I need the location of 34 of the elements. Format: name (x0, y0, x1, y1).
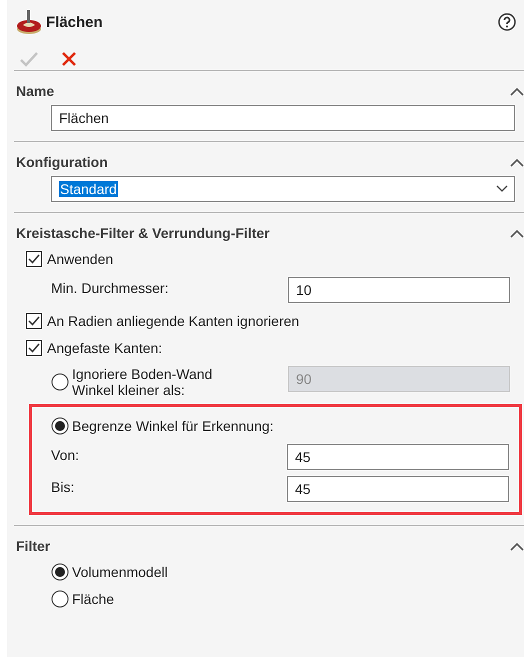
section-title: Konfiguration (16, 154, 109, 170)
field-label: Bis: (51, 478, 76, 495)
checkbox-label: Anwenden (47, 251, 114, 267)
checkbox[interactable] (26, 340, 42, 356)
section-title: Kreistasche-Filter & Verrundung-Filter (16, 225, 271, 241)
number-field[interactable]: 10 (288, 277, 510, 303)
chevron-down-icon (496, 185, 508, 193)
radio-button[interactable] (51, 590, 69, 608)
checkbox-label: Angefaste Kanten: (47, 340, 162, 356)
field-label: Von: (51, 446, 80, 463)
collapse-icon[interactable] (510, 158, 524, 166)
radio-button[interactable] (51, 417, 69, 435)
radio-label: Begrenze Winkel für Erkennung: (72, 418, 274, 434)
section-title: Filter (16, 538, 52, 554)
checkbox-label: An Radien anliegende Kanten ignorieren (47, 313, 300, 329)
radio-label: Volumenmodell (72, 564, 168, 580)
collapse-icon[interactable] (510, 228, 524, 238)
radio-button[interactable] (51, 563, 69, 581)
number-field[interactable]: 45 (287, 444, 509, 470)
name-field[interactable]: Flächen (51, 105, 515, 131)
field-label: Min. Durchmesser: (51, 279, 170, 296)
checkbox[interactable] (26, 313, 42, 329)
radio-label: Ignoriere Boden-Wand Winkel kleiner als: (72, 366, 214, 398)
milling-part-icon (16, 8, 42, 36)
checkbox[interactable] (26, 251, 42, 267)
collapse-icon[interactable] (510, 86, 524, 96)
panel-title: Flächen (46, 14, 104, 30)
radio-label: Fläche (72, 591, 114, 607)
collapse-icon[interactable] (510, 542, 524, 550)
help-icon[interactable] (498, 13, 516, 31)
close-icon[interactable] (61, 51, 77, 67)
section-title: Name (16, 83, 56, 99)
number-field[interactable]: 45 (287, 476, 509, 502)
configuration-dropdown[interactable]: Standard (51, 176, 515, 202)
